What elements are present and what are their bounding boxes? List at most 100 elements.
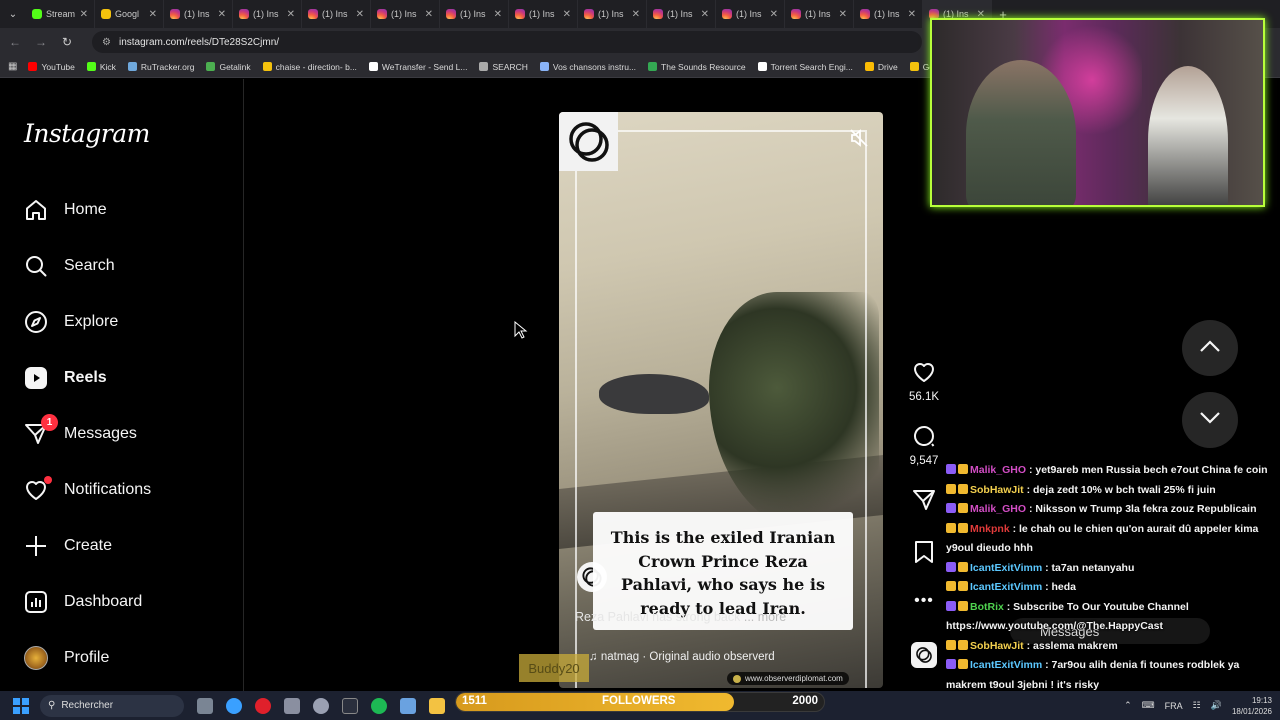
close-icon[interactable]: ✕ <box>80 9 88 20</box>
mute-icon[interactable] <box>849 128 869 148</box>
nav-home[interactable]: Home <box>24 190 107 230</box>
alert-name-ghost: Buddy20 <box>519 654 589 682</box>
tab-search-button[interactable]: ⌄ <box>0 0 26 28</box>
bookmark-item[interactable]: Vos chansons instru... <box>539 61 637 72</box>
bookmark-item[interactable]: SEARCH <box>479 62 528 72</box>
browser-tab[interactable]: (1) Ins ✕ <box>785 0 854 28</box>
bookmark-item[interactable]: Torrent Search Engi... <box>757 62 853 72</box>
more-options-icon[interactable]: ••• <box>900 592 948 610</box>
chat-username[interactable]: SobHawJit <box>970 484 1024 496</box>
bookmark-favicon-icon <box>28 62 38 71</box>
bookmark-label: Vos chansons instru... <box>552 61 637 72</box>
bookmark-item[interactable]: WeTransfer - Send L... <box>368 62 467 72</box>
streamer-right <box>1148 66 1228 205</box>
reel-audio[interactable]: ♫ natmag · Original audio observerd <box>589 651 775 663</box>
share-icon[interactable] <box>912 488 936 515</box>
bookmark-item[interactable]: YouTube <box>28 62 75 72</box>
taskbar-search[interactable]: ⚲ Rechercher <box>40 694 184 717</box>
close-icon[interactable]: ✕ <box>563 9 571 20</box>
browser-tab[interactable]: (1) Ins ✕ <box>440 0 509 28</box>
close-icon[interactable]: ✕ <box>287 9 295 20</box>
close-icon[interactable]: ✕ <box>632 9 640 20</box>
chat-username[interactable]: SobHawJit <box>970 640 1024 652</box>
spotify-icon[interactable] <box>371 697 387 714</box>
close-icon[interactable]: ✕ <box>425 9 433 20</box>
file-explorer-icon[interactable] <box>429 697 445 714</box>
chat-username[interactable]: Mnkpnk <box>970 523 1010 535</box>
chat-username[interactable]: IcantExitVimm <box>970 581 1042 593</box>
browser-tab[interactable]: (1) Ins ✕ <box>164 0 233 28</box>
reload-icon[interactable]: ↻ <box>60 35 74 49</box>
bookmark-item[interactable]: Drive <box>864 62 898 72</box>
browser-tab[interactable]: (1) Ins ✕ <box>716 0 785 28</box>
bookmark-item[interactable]: Kick <box>86 62 116 72</box>
browser-tab[interactable]: Stream ✕ <box>26 0 95 28</box>
browser-tab[interactable]: (1) Ins ✕ <box>578 0 647 28</box>
chat-username[interactable]: BotRix <box>970 601 1004 613</box>
chat-username[interactable]: IcantExitVimm <box>970 562 1042 574</box>
more-link[interactable]: ... more <box>744 610 786 624</box>
chat-username[interactable]: Malik_GHO <box>970 503 1026 515</box>
mail-icon[interactable] <box>400 697 416 714</box>
keyboard-icon[interactable]: ⌨ <box>1142 700 1155 711</box>
close-icon[interactable]: ✕ <box>839 9 847 20</box>
chat-badge-icon <box>958 639 968 650</box>
volume-icon[interactable]: 🔊 <box>1211 700 1222 711</box>
close-icon[interactable]: ✕ <box>356 9 364 20</box>
site-info-icon[interactable]: ⚙ <box>102 37 111 48</box>
bookmark-icon[interactable] <box>913 540 935 567</box>
previous-reel-button[interactable] <box>1182 320 1238 376</box>
heart-icon[interactable] <box>912 360 936 387</box>
bookmark-item[interactable]: RuTracker.org <box>127 62 194 72</box>
close-icon[interactable]: ✕ <box>494 9 502 20</box>
live-icon[interactable] <box>342 697 358 714</box>
chat-username[interactable]: IcantExitVimm <box>970 659 1042 671</box>
bookmark-item[interactable]: The Sounds Resource <box>648 62 746 72</box>
nav-profile[interactable]: Profile <box>24 638 109 678</box>
opera-icon[interactable] <box>255 697 271 714</box>
chat-badge-icon <box>946 503 956 513</box>
browser-tab[interactable]: (1) Ins ✕ <box>509 0 578 28</box>
apps-icon[interactable]: ▦ <box>8 61 17 72</box>
nav-messages[interactable]: 1 Messages <box>24 414 137 454</box>
nav-create[interactable]: Create <box>24 526 112 566</box>
nav-notifications[interactable]: Notifications <box>24 470 151 510</box>
bookmark-favicon-icon <box>262 62 272 71</box>
close-icon[interactable]: ✕ <box>218 9 226 20</box>
address-bar[interactable]: ⚙ instagram.com/reels/DTe28S2Cjmn/ <box>92 31 922 53</box>
bookmark-item[interactable]: chaise - direction- b... <box>262 62 357 72</box>
browser-tab[interactable]: (1) Ins ✕ <box>854 0 923 28</box>
instagram-logo[interactable]: Instagram <box>24 119 150 148</box>
bookmark-item[interactable]: Getalink <box>206 62 251 72</box>
close-icon[interactable]: ✕ <box>908 9 916 20</box>
start-button[interactable] <box>10 695 32 717</box>
forward-icon[interactable]: → <box>34 35 48 49</box>
close-icon[interactable]: ✕ <box>770 9 778 20</box>
close-icon[interactable]: ✕ <box>149 9 157 20</box>
nav-dashboard[interactable]: Dashboard <box>24 582 142 622</box>
close-icon[interactable]: ✕ <box>701 9 709 20</box>
back-icon[interactable]: ← <box>8 35 22 49</box>
comment-icon[interactable] <box>912 424 936 451</box>
nav-explore[interactable]: Explore <box>24 302 118 342</box>
browser-tab[interactable]: (1) Ins ✕ <box>371 0 440 28</box>
audio-avatar[interactable] <box>911 642 937 668</box>
tray-chevron-icon[interactable]: ⌃ <box>1124 700 1132 711</box>
language-indicator[interactable]: FRA <box>1165 701 1183 711</box>
task-view-icon[interactable] <box>197 697 213 714</box>
reel-video[interactable]: This is the exiled Iranian Crown Prince … <box>559 112 883 688</box>
chat-username[interactable]: Malik_GHO <box>970 464 1026 476</box>
obs-icon[interactable] <box>313 697 329 714</box>
bookmark-favicon-icon <box>206 62 216 71</box>
clock[interactable]: 19:13 18/01/2026 <box>1232 695 1272 717</box>
browser-tab[interactable]: Googl ✕ <box>95 0 164 28</box>
nav-reels[interactable]: Reels <box>24 358 107 398</box>
nav-search[interactable]: Search <box>24 246 115 286</box>
browser-tab[interactable]: (1) Ins ✕ <box>233 0 302 28</box>
wifi-icon[interactable]: ☷ <box>1193 700 1201 711</box>
app-icon[interactable] <box>284 697 300 714</box>
browser-tab[interactable]: (1) Ins ✕ <box>647 0 716 28</box>
next-reel-button[interactable] <box>1182 392 1238 448</box>
weather-icon[interactable] <box>226 697 242 714</box>
browser-tab[interactable]: (1) Ins ✕ <box>302 0 371 28</box>
